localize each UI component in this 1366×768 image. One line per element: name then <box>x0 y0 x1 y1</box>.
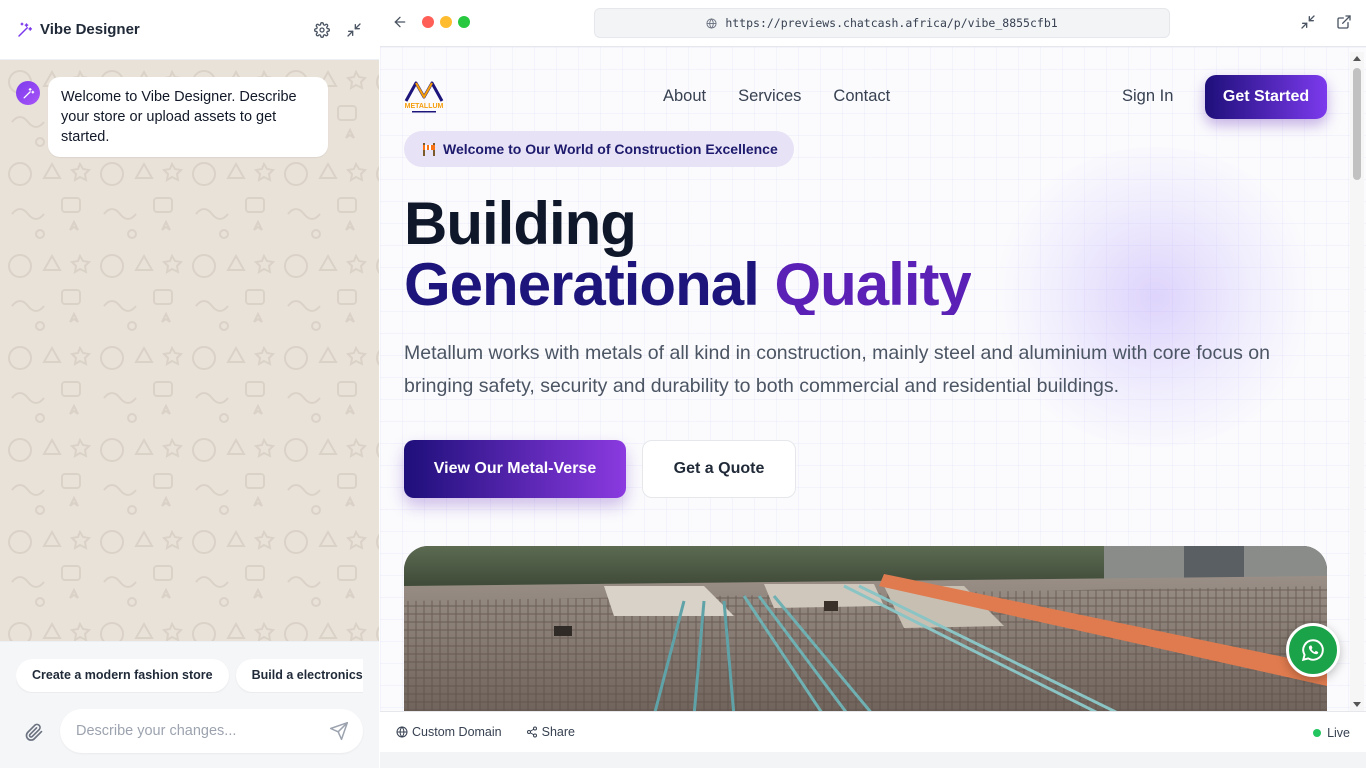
hero-headline-line1: Building <box>404 190 637 257</box>
construction-sign-icon <box>422 142 436 156</box>
welcome-badge: Welcome to Our World of Construction Exc… <box>404 131 794 167</box>
hero-headline-line2: Generational Quality <box>404 253 971 315</box>
preview-scrollbar[interactable] <box>1350 52 1364 711</box>
paperclip-icon[interactable] <box>24 722 44 742</box>
window-bottom-edge <box>380 752 1366 768</box>
suggestion-chip[interactable]: Create a modern fashion store <box>16 659 229 692</box>
url-text: https://previews.chatcash.africa/p/vibe_… <box>725 16 1058 30</box>
address-bar[interactable]: https://previews.chatcash.africa/p/vibe_… <box>594 8 1170 38</box>
window-maximize-dot[interactable] <box>458 16 470 28</box>
site-nav: About Services Contact <box>663 87 890 106</box>
scroll-down-icon[interactable] <box>1353 702 1361 707</box>
panel-header-actions <box>313 21 363 39</box>
live-status-dot <box>1313 729 1322 737</box>
share-label: Share <box>541 725 575 739</box>
nav-link-services[interactable]: Services <box>738 87 801 106</box>
custom-domain-button[interactable]: Custom Domain <box>396 725 502 739</box>
live-status: Live <box>1313 726 1350 740</box>
live-status-text: Live <box>1327 726 1350 740</box>
assistant-avatar <box>16 81 40 105</box>
view-metal-verse-button[interactable]: View Our Metal-Verse <box>404 440 626 498</box>
hero-subtitle: Metallum works with metals of all kind i… <box>404 342 1270 397</box>
preview-panel: https://previews.chatcash.africa/p/vibe_… <box>380 0 1366 768</box>
composer-area: Create a modern fashion store Build a ele… <box>0 641 379 768</box>
assistant-message: Welcome to Vibe Designer. Describe your … <box>48 77 328 157</box>
scrollbar-thumb[interactable] <box>1353 68 1361 180</box>
chat-thread: Welcome to Vibe Designer. Describe your … <box>0 60 379 641</box>
scroll-up-icon[interactable] <box>1353 56 1361 61</box>
minimize-preview-icon[interactable] <box>1300 14 1316 30</box>
window-close-dot[interactable] <box>422 16 434 28</box>
panel-title: Vibe Designer <box>40 21 140 38</box>
window-minimize-dot[interactable] <box>440 16 452 28</box>
vibe-designer-panel: Vibe Designer Welcome to Vibe Designer. … <box>0 0 379 768</box>
whatsapp-button[interactable] <box>1286 623 1340 677</box>
panel-header: Vibe Designer <box>0 0 379 60</box>
svg-text:METALLUM: METALLUM <box>405 103 444 110</box>
custom-domain-label: Custom Domain <box>412 725 502 739</box>
share-button[interactable]: Share <box>526 725 575 739</box>
external-link-icon[interactable] <box>1336 14 1352 30</box>
app-root: Vibe Designer Welcome to Vibe Designer. … <box>0 0 1366 768</box>
globe-icon <box>706 17 717 29</box>
get-a-quote-button[interactable]: Get a Quote <box>642 440 796 498</box>
globe-icon <box>396 726 408 738</box>
send-icon[interactable] <box>329 721 349 741</box>
browser-toolbar: https://previews.chatcash.africa/p/vibe_… <box>380 0 1366 47</box>
get-started-button[interactable]: Get Started <box>1205 75 1327 119</box>
suggestion-chip[interactable]: Build a electronics <box>235 659 363 692</box>
nav-link-contact[interactable]: Contact <box>833 87 890 106</box>
metallum-logo[interactable]: METALLUM <box>404 77 444 117</box>
wand-icon <box>16 21 34 39</box>
collapse-icon[interactable] <box>345 21 363 39</box>
construction-site-photo <box>404 546 1327 711</box>
welcome-badge-text: Welcome to Our World of Construction Exc… <box>443 141 778 157</box>
share-icon <box>526 726 537 738</box>
preview-footer-bar: Custom Domain Share Live <box>380 711 1366 752</box>
headline-word-generational: Generational <box>404 253 760 315</box>
whatsapp-icon <box>1301 639 1324 662</box>
sign-in-link[interactable]: Sign In <box>1122 87 1173 106</box>
describe-changes-input[interactable] <box>76 723 329 739</box>
nav-link-about[interactable]: About <box>663 87 706 106</box>
composer-field <box>60 709 363 753</box>
headline-word-quality: Quality <box>774 253 971 315</box>
suggestion-chips: Create a modern fashion store Build a ele… <box>16 659 363 693</box>
back-arrow-icon[interactable] <box>392 14 408 30</box>
gear-icon[interactable] <box>313 21 331 39</box>
site-preview: METALLUM About Services Contact Sign In … <box>380 47 1366 711</box>
